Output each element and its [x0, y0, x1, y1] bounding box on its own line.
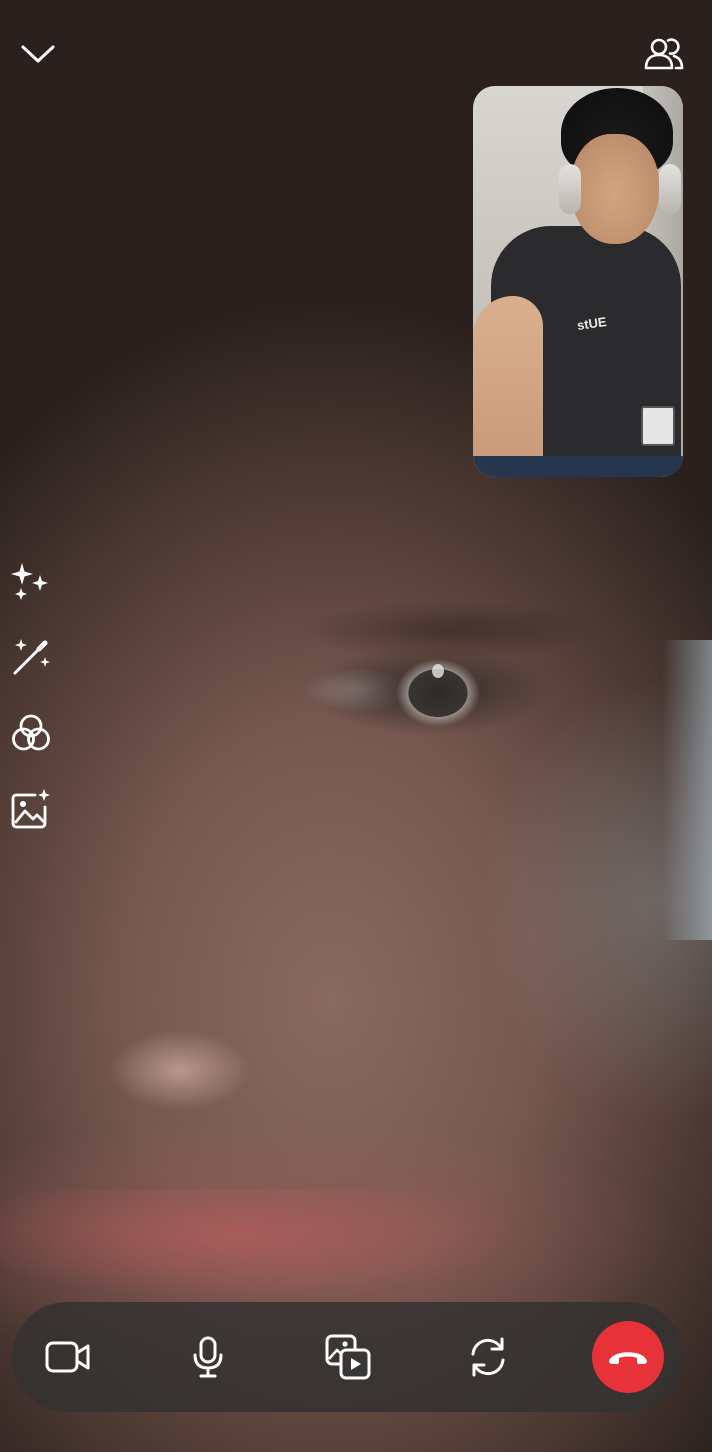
- sparkles-icon: [9, 559, 53, 603]
- minimize-button[interactable]: [14, 32, 62, 76]
- self-video-detail: [659, 164, 681, 214]
- self-video-detail: [571, 134, 659, 244]
- chevron-down-icon: [20, 42, 56, 66]
- people-icon: [644, 37, 684, 71]
- filters-icon: [9, 711, 53, 755]
- remote-video-detail: [432, 664, 444, 678]
- camera-toggle-button[interactable]: [36, 1325, 100, 1389]
- remote-video-detail: [318, 658, 538, 728]
- magic-wand-button[interactable]: [6, 632, 56, 682]
- self-video-preview[interactable]: stUE: [473, 86, 683, 477]
- video-camera-icon: [44, 1337, 92, 1377]
- filters-button[interactable]: [6, 708, 56, 758]
- share-media-button[interactable]: [316, 1325, 380, 1389]
- microphone-toggle-button[interactable]: [176, 1325, 240, 1389]
- remote-video-detail: [0, 1190, 520, 1300]
- magic-wand-icon: [9, 635, 53, 679]
- end-call-icon: [606, 1345, 650, 1369]
- self-video-detail: [473, 296, 543, 476]
- self-video-detail: [473, 456, 683, 477]
- effects-button[interactable]: [6, 556, 56, 606]
- background-button[interactable]: [6, 784, 56, 834]
- flip-camera-icon: [465, 1334, 511, 1380]
- end-call-button[interactable]: [592, 1321, 664, 1393]
- remote-video-detail: [300, 600, 600, 660]
- image-sparkle-icon: [9, 787, 53, 831]
- video-call-screen: stUE: [0, 0, 712, 1452]
- flip-camera-button[interactable]: [456, 1325, 520, 1389]
- media-share-icon: [324, 1333, 372, 1381]
- participants-button[interactable]: [638, 30, 690, 78]
- remote-video-detail: [662, 640, 712, 940]
- self-video-detail: [559, 164, 581, 214]
- self-video-detail: [641, 406, 675, 446]
- microphone-icon: [188, 1335, 228, 1379]
